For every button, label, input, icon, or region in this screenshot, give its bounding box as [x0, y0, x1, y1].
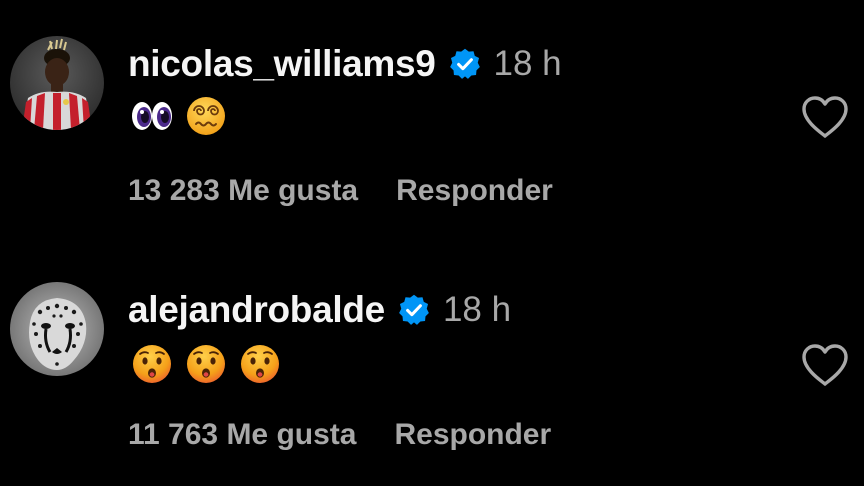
username[interactable]: alejandrobalde — [128, 289, 385, 331]
dizzy-face-emoji-icon — [187, 97, 225, 135]
comment-actions: 13 283 Me gusta Responder — [128, 174, 553, 208]
comment-text — [132, 344, 280, 384]
like-button[interactable] — [800, 94, 850, 140]
comment-item: nicolas_williams9 18 h 13 283 Me gusta R… — [0, 0, 864, 240]
comment-header: alejandrobalde 18 h — [128, 288, 511, 332]
comment-text — [130, 96, 226, 136]
reply-button[interactable]: Responder — [394, 418, 551, 452]
heart-outline-icon — [802, 96, 848, 138]
like-count[interactable]: 13 283 Me gusta — [128, 174, 358, 208]
avatar-image — [10, 36, 104, 130]
timestamp: 18 h — [493, 44, 562, 83]
hushed-face-emoji-icon — [241, 345, 279, 383]
username[interactable]: nicolas_williams9 — [128, 43, 436, 85]
verified-badge-icon — [448, 47, 482, 81]
eyes-emoji-icon — [132, 102, 172, 130]
avatar[interactable] — [10, 36, 104, 130]
hushed-face-emoji-icon — [187, 345, 225, 383]
verified-badge-icon — [397, 293, 431, 327]
avatar[interactable] — [10, 282, 104, 376]
like-count[interactable]: 11 763 Me gusta — [128, 418, 356, 452]
comment-actions: 11 763 Me gusta Responder — [128, 418, 551, 452]
comment-item: alejandrobalde 18 h 11 763 Me gusta Resp… — [0, 246, 864, 486]
reply-button[interactable]: Responder — [396, 174, 553, 208]
timestamp: 18 h — [442, 290, 512, 329]
comment-header: nicolas_williams9 18 h — [128, 42, 562, 86]
like-button[interactable] — [800, 342, 850, 388]
heart-outline-icon — [802, 344, 848, 386]
hushed-face-emoji-icon — [133, 345, 171, 383]
avatar-image — [10, 282, 104, 376]
